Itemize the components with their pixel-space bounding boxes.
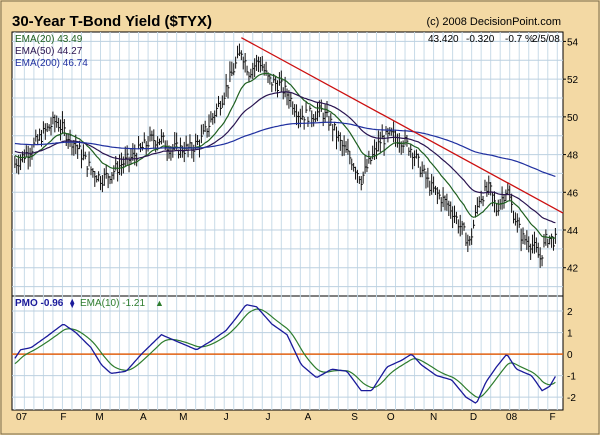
- price-tick-label: 52: [567, 75, 579, 86]
- price-tick-label: 48: [567, 151, 579, 162]
- price-tick-label: 50: [567, 113, 579, 124]
- pmo-tick-label: 1: [567, 329, 573, 340]
- chart: 30-Year T-Bond Yield ($TYX) (c) 2008 Dec…: [0, 0, 600, 435]
- chart-title: 30-Year T-Bond Yield ($TYX): [12, 13, 212, 30]
- month-label: M: [95, 412, 103, 423]
- quote-readout: 43.420 -0.320 -0.7 % 2/5/08: [428, 34, 560, 45]
- month-label: J: [265, 412, 270, 423]
- legend-ema20: EMA(20) 43.49: [15, 34, 83, 45]
- pmo-tick-label: -1: [567, 372, 576, 383]
- month-label: A: [305, 412, 312, 423]
- pmo-tick-label: -2: [567, 393, 576, 404]
- month-label: F: [549, 412, 555, 423]
- quote-last: 43.420: [428, 34, 459, 45]
- pmo-arrow-icon: ⧫: [70, 298, 75, 309]
- ema-arrow-icon: ▲: [155, 298, 164, 308]
- month-label: O: [387, 412, 395, 423]
- price-panel: [11, 31, 564, 297]
- pmo-tick-label: 2: [567, 307, 573, 318]
- pmo-tick-label: 0: [567, 350, 573, 361]
- month-label: F: [60, 412, 66, 423]
- legend-ema200: EMA(200) 46.74: [15, 58, 88, 69]
- quote-pct: -0.7 %: [505, 34, 534, 45]
- legend-pmo-ema: EMA(10) -1.21: [80, 298, 145, 309]
- quote-date: 2/5/08: [532, 34, 560, 45]
- month-label: S: [351, 412, 358, 423]
- price-tick-label: 44: [567, 226, 579, 237]
- month-label: J: [224, 412, 229, 423]
- month-label: N: [430, 412, 437, 423]
- price-tick-label: 42: [567, 264, 579, 275]
- price-tick-label: 54: [567, 37, 579, 48]
- month-label: A: [140, 412, 147, 423]
- month-label: 07: [16, 412, 28, 423]
- legend-pmo: PMO -0.96: [15, 298, 64, 309]
- legend-ema50: EMA(50) 44.27: [15, 46, 83, 57]
- copyright: (c) 2008 DecisionPoint.com: [426, 16, 561, 28]
- month-label: M: [179, 412, 187, 423]
- month-label: 08: [506, 412, 518, 423]
- month-label: D: [470, 412, 477, 423]
- quote-change: -0.320: [466, 34, 495, 45]
- price-tick-label: 46: [567, 188, 579, 199]
